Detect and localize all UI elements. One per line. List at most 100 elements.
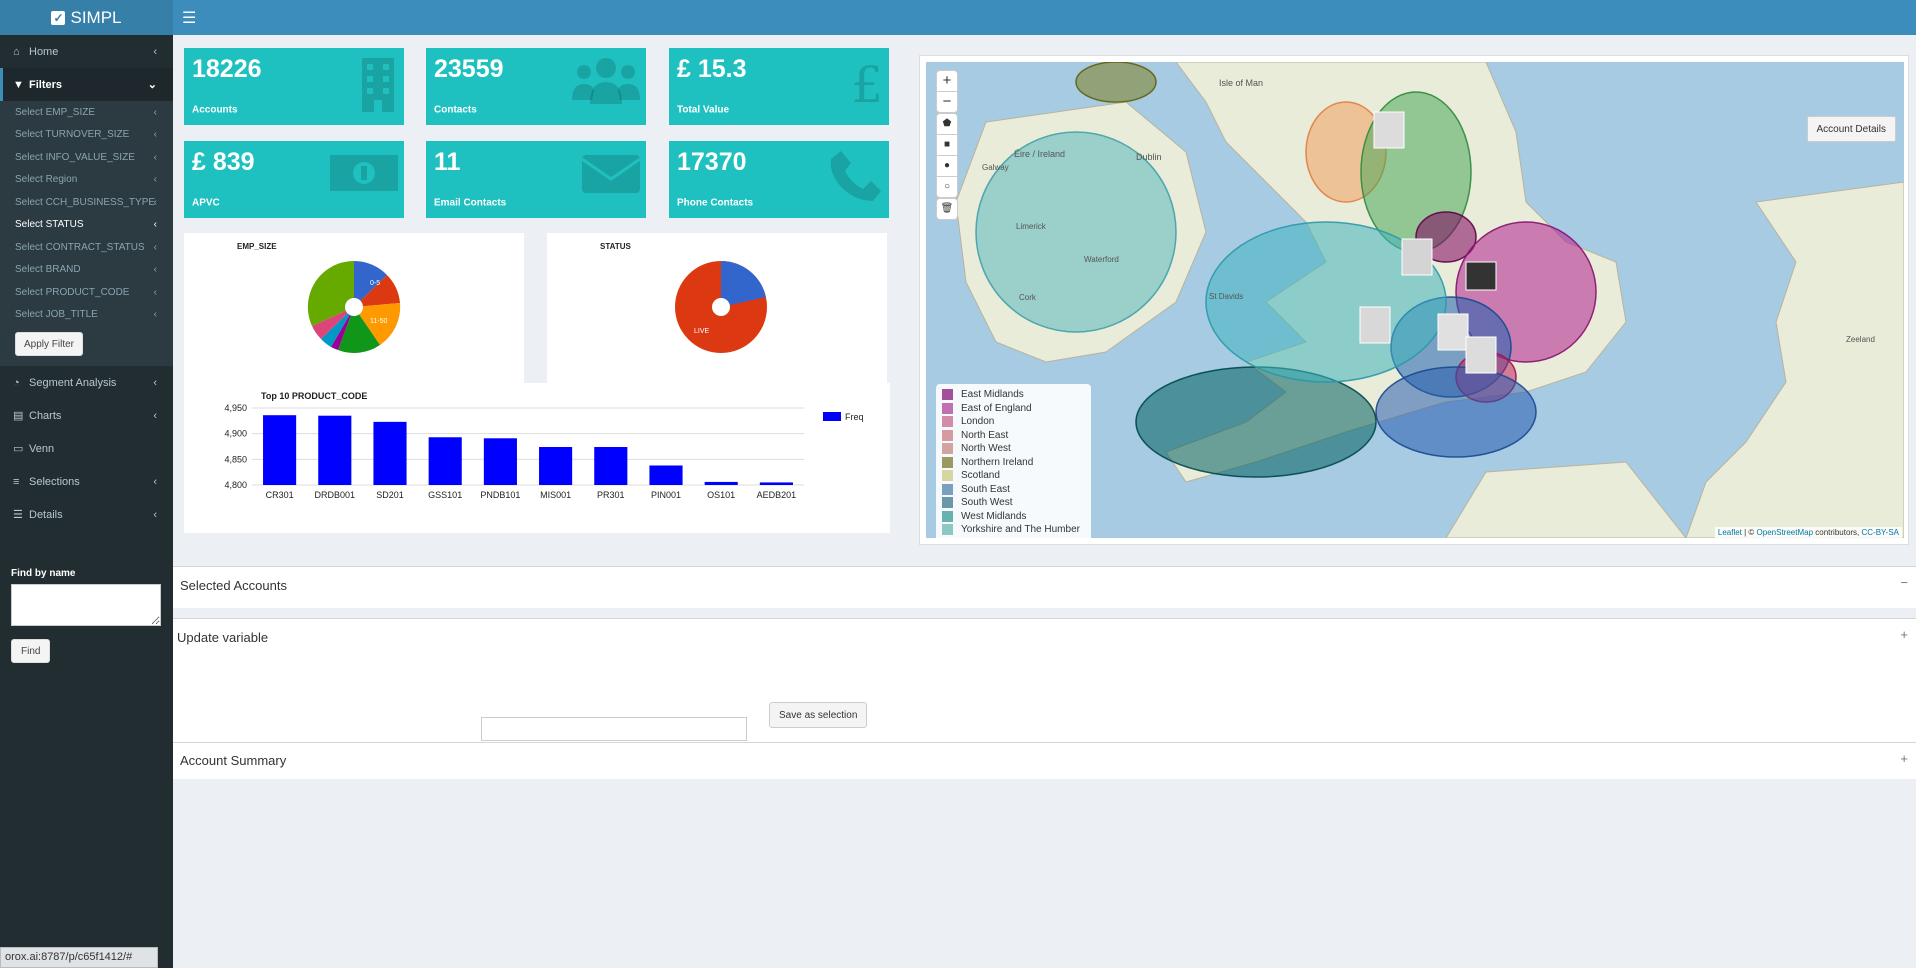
legend-label: London	[961, 416, 995, 428]
emp-size-pie-title: EMP_SIZE	[237, 242, 277, 251]
bar[interactable]	[594, 447, 628, 485]
filter-region[interactable]: Select Region ‹	[0, 169, 173, 192]
legend-label: South West	[961, 497, 1013, 509]
app-logo[interactable]: ✓ SIMPL	[0, 0, 173, 35]
contact-photo[interactable]	[1437, 313, 1469, 351]
bar[interactable]	[428, 437, 462, 485]
money-icon	[330, 149, 398, 207]
legend-item: South East	[942, 483, 1085, 497]
filter-status[interactable]: Select STATUS ‹	[0, 214, 173, 237]
sidebar-item-label: Segment Analysis	[29, 376, 117, 389]
draw-rectangle-icon[interactable]: ■	[936, 134, 958, 156]
osm-link[interactable]: OpenStreetMap	[1757, 528, 1813, 537]
chevron-left-icon: ‹	[153, 151, 157, 163]
sidebar-item-details[interactable]: ☰ Details ‹	[0, 498, 173, 531]
building-icon	[358, 56, 398, 126]
filter-contract-status[interactable]: Select CONTRACT_STATUS ‹	[0, 236, 173, 259]
bar[interactable]	[649, 465, 683, 485]
pie-icon: ◔	[13, 376, 20, 389]
legend-swatch	[942, 510, 953, 522]
filter-icon: ▼	[13, 78, 24, 91]
kpi-label: APVC	[192, 197, 220, 209]
filter-brand[interactable]: Select BRAND ‹	[0, 259, 173, 282]
save-as-selection-button[interactable]: Save as selection	[769, 702, 868, 728]
account-summary-title: Account Summary	[180, 753, 287, 768]
sidebar-item-selections[interactable]: ≡ Selections ‹	[0, 465, 173, 498]
filter-product-code[interactable]: Select PRODUCT_CODE ‹	[0, 281, 173, 304]
filter-job-title[interactable]: Select JOB_TITLE ‹	[0, 304, 173, 327]
kpi-phone-contacts: 17370 Phone Contacts	[669, 141, 889, 218]
zoom-in-button[interactable]: +	[936, 70, 958, 92]
account-details-button[interactable]: Account Details	[1806, 116, 1896, 142]
bar[interactable]	[704, 481, 738, 485]
map-place-label: Éire / Ireland	[1014, 149, 1065, 159]
trash-icon[interactable]: 🗑	[936, 198, 958, 220]
collapse-icon[interactable]: −	[1900, 575, 1908, 590]
chevron-left-icon: ‹	[153, 309, 157, 321]
bar[interactable]	[263, 415, 297, 485]
license-link[interactable]: CC-BY-SA	[1862, 528, 1900, 537]
kpi-label: Contacts	[434, 104, 477, 116]
expand-icon[interactable]: +	[1900, 751, 1908, 766]
kpi-apvc: £ 839 APVC	[184, 141, 404, 218]
update-variable-input[interactable]	[481, 717, 747, 741]
draw-circle-icon[interactable]: ○	[936, 176, 958, 198]
top-product-code-panel: Top 10 PRODUCT_CODE CR301 DRDB001 SD201 GSS…	[184, 383, 890, 533]
leaflet-map[interactable]: Isle of Man Éire / Ireland Dublin Galway…	[926, 62, 1904, 538]
bar[interactable]	[759, 482, 793, 485]
update-variable-title: Update variable	[177, 630, 269, 645]
find-button[interactable]: Find	[11, 639, 51, 663]
bar[interactable]	[318, 415, 352, 485]
sidebar-item-venn[interactable]: ▭ Venn	[0, 432, 173, 465]
apply-filter-button[interactable]: Apply Filter	[15, 332, 84, 356]
chevron-left-icon: ‹	[153, 241, 157, 253]
hamburger-menu-icon[interactable]: ☰	[182, 8, 196, 28]
filter-cch-business-type[interactable]: Select CCH_BUSINESS_TYPE ‹	[0, 191, 173, 214]
contact-photo[interactable]	[1401, 238, 1433, 276]
filter-label: Select INFO_VALUE_SIZE	[15, 151, 135, 163]
legend-item: North East	[942, 429, 1085, 443]
contact-photo[interactable]	[1373, 111, 1405, 149]
sidebar-item-home[interactable]: ⌂ Home ‹	[0, 35, 173, 68]
kpi-value: £ 15.3	[677, 55, 747, 83]
expand-icon[interactable]: +	[1900, 627, 1908, 642]
filter-emp-size[interactable]: Select EMP_SIZE ‹	[0, 101, 173, 124]
draw-polygon-icon[interactable]: ⬟	[936, 113, 958, 135]
legend-label: Yorkshire and The Humber	[961, 524, 1080, 536]
sidebar: ⌂ Home ‹ ▼ Filters ⌄ Select EMP_SIZE ‹ Se…	[0, 35, 173, 968]
kpi-email-contacts: 11 Email Contacts	[426, 141, 646, 218]
chevron-left-icon: ‹	[153, 129, 157, 141]
filter-label: Select Region	[15, 174, 78, 186]
contact-photo[interactable]	[1359, 306, 1391, 344]
find-by-name-input[interactable]	[11, 584, 161, 626]
contact-photo[interactable]	[1465, 261, 1497, 291]
envelope-icon	[581, 149, 641, 207]
x-tick-label: PR301	[597, 490, 625, 500]
legend-swatch	[942, 443, 953, 455]
sidebar-item-segment-analysis[interactable]: ◔ Segment Analysis ‹	[0, 366, 173, 399]
map-place-label: Dublin	[1136, 152, 1162, 162]
chevron-left-icon: ‹	[153, 106, 157, 118]
filter-info-value-size[interactable]: Select INFO_VALUE_SIZE ‹	[0, 146, 173, 169]
legend-label: East of England	[961, 402, 1032, 414]
map-place-label: Isle of Man	[1219, 78, 1263, 88]
draw-marker-icon[interactable]: ●	[936, 155, 958, 177]
sidebar-item-charts[interactable]: ▤ Charts ‹	[0, 399, 173, 432]
contact-photo[interactable]	[1465, 336, 1497, 374]
sidebar-item-label: Selections	[29, 475, 80, 488]
zoom-out-button[interactable]: −	[936, 91, 958, 113]
kpi-value: 23559	[434, 55, 504, 83]
legend-swatch	[942, 389, 953, 401]
bar[interactable]	[483, 438, 517, 485]
browser-status-url: orox.ai:8787/p/c65f1412/#	[0, 947, 158, 968]
bar[interactable]	[539, 447, 573, 485]
filter-turnover-size[interactable]: Select TURNOVER_SIZE ‹	[0, 124, 173, 147]
map-place-label: Waterford	[1084, 255, 1119, 264]
list-icon: ☰	[13, 509, 23, 521]
bar[interactable]	[373, 421, 407, 485]
pie-slice-label: 11-50	[370, 318, 387, 325]
legend-swatch	[942, 497, 953, 509]
sidebar-item-label: Details	[29, 508, 63, 521]
leaflet-link[interactable]: Leaflet	[1718, 528, 1742, 537]
sidebar-item-filters[interactable]: ▼ Filters ⌄	[0, 68, 173, 101]
